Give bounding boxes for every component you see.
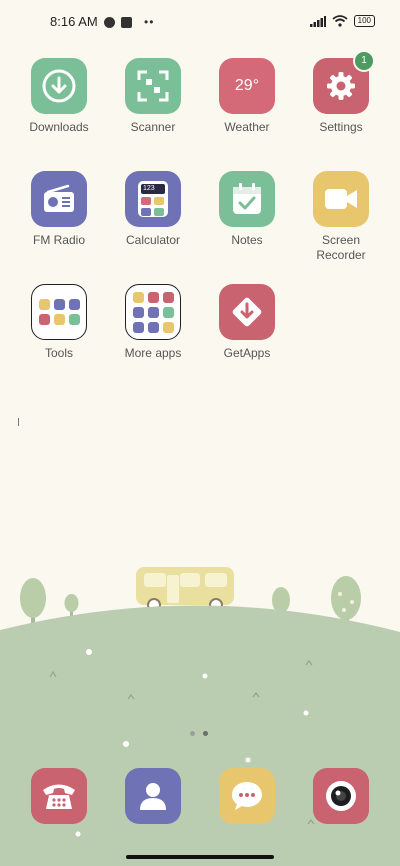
- app-label: FM Radio: [32, 233, 85, 247]
- folder-more-apps[interactable]: More apps: [113, 284, 193, 361]
- app-fm-radio[interactable]: FM Radio: [19, 171, 99, 248]
- messages-icon: [232, 782, 262, 810]
- radio-icon: [31, 171, 87, 227]
- dock-phone[interactable]: [31, 768, 87, 824]
- page-dot: [190, 731, 195, 736]
- getapps-icon: [219, 284, 275, 340]
- notes-icon: [219, 171, 275, 227]
- app-label: GetApps: [223, 346, 271, 360]
- video-camera-icon: [313, 171, 369, 227]
- dock-contacts[interactable]: [125, 768, 181, 824]
- app-getapps[interactable]: GetApps: [207, 284, 287, 361]
- app-label: Downloads: [29, 120, 89, 134]
- phone-icon: [43, 784, 75, 809]
- edge-marker: [18, 418, 19, 426]
- download-icon: [31, 58, 87, 114]
- calculator-display: 123: [141, 184, 165, 194]
- page-dot-active: [203, 731, 208, 736]
- gear-icon: 1: [313, 50, 375, 114]
- app-settings[interactable]: 1 Settings: [301, 50, 381, 135]
- app-weather[interactable]: 29° Weather: [207, 58, 287, 135]
- app-downloads[interactable]: Downloads: [19, 58, 99, 135]
- dock-camera[interactable]: [313, 768, 369, 824]
- app-label: Tools: [44, 346, 73, 360]
- app-notes[interactable]: Notes: [207, 171, 287, 248]
- app-scanner[interactable]: Scanner: [113, 58, 193, 135]
- calculator-icon: 123: [125, 171, 181, 227]
- app-label: Notes: [231, 233, 263, 247]
- app-label: More apps: [124, 346, 182, 360]
- app-label: Scanner: [130, 120, 176, 134]
- contacts-icon: [140, 783, 166, 810]
- scanner-icon: [125, 58, 181, 114]
- page-indicator[interactable]: [190, 731, 208, 736]
- home-indicator[interactable]: [126, 855, 274, 859]
- app-label: Screen Recorder: [316, 233, 366, 262]
- camera-icon: [326, 781, 356, 811]
- weather-icon: 29°: [219, 58, 275, 114]
- folder-icon: [125, 284, 181, 340]
- notification-badge: 1: [353, 50, 375, 72]
- folder-icon: [31, 284, 87, 340]
- app-label: Weather: [224, 120, 270, 134]
- dock-messages[interactable]: [219, 768, 275, 824]
- app-label: Settings: [319, 120, 363, 134]
- weather-temperature: 29°: [234, 77, 260, 94]
- app-label: Calculator: [125, 233, 181, 247]
- folder-tools[interactable]: Tools: [19, 284, 99, 361]
- app-calculator[interactable]: 123 Calculator: [113, 171, 193, 248]
- app-screen-recorder[interactable]: Screen Recorder: [301, 171, 381, 263]
